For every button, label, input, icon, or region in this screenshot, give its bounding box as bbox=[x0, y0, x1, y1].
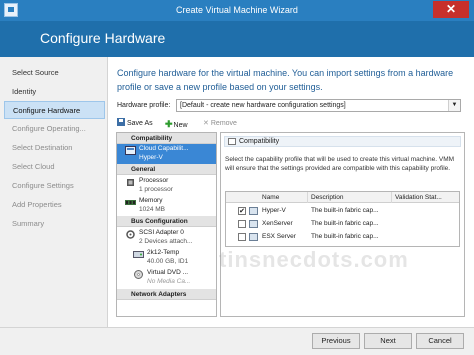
nav-step-identity[interactable]: Identity bbox=[4, 83, 105, 101]
cloud-capability-value: Hyper-V bbox=[139, 154, 163, 161]
hardware-profile-value: [Default - create new hardware configura… bbox=[180, 102, 346, 109]
virtual-dvd-value: No Media Ca... bbox=[147, 278, 191, 285]
virtual-dvd-title: Virtual DVD ... bbox=[147, 269, 189, 276]
save-as-button[interactable]: Save As bbox=[117, 118, 153, 130]
memory-title: Memory bbox=[139, 197, 163, 204]
page-banner: Configure Hardware bbox=[0, 21, 474, 57]
memory-value: 1024 MB bbox=[139, 206, 166, 213]
esx-server-checkbox[interactable] bbox=[238, 233, 246, 241]
window-title: Create Virtual Machine Wizard bbox=[176, 5, 298, 15]
table-row-hyper-v[interactable]: ✔ Hyper-V The built-in fabric cap... bbox=[226, 205, 459, 217]
hardware-profile-label: Hardware profile: bbox=[117, 102, 171, 109]
row-name: XenServer bbox=[262, 220, 293, 227]
disk-value: 40.00 GB, ID1 bbox=[147, 258, 189, 265]
capability-icon bbox=[125, 146, 136, 155]
scsi-adapter-title: SCSI Adapter 0 bbox=[139, 229, 184, 236]
remove-icon: ✕ bbox=[203, 120, 209, 127]
processor-value: 1 processor bbox=[139, 186, 173, 193]
close-window-button[interactable]: ✕ bbox=[433, 1, 469, 18]
row-description: The built-in fabric cap... bbox=[311, 233, 379, 240]
disk-title: 2k12-Temp bbox=[147, 249, 180, 256]
tree-header-general[interactable]: General bbox=[117, 164, 216, 175]
nav-step-configure-operating-system[interactable]: Configure Operating... bbox=[4, 120, 105, 138]
processor-title: Processor bbox=[139, 177, 169, 184]
detail-header: Compatibility bbox=[224, 136, 461, 147]
tree-item-virtual-dvd[interactable]: Virtual DVD ... No Media Ca... bbox=[117, 268, 216, 288]
previous-button[interactable]: Previous bbox=[312, 333, 360, 349]
compatibility-icon bbox=[228, 138, 236, 145]
wizard-steps-nav: Select Source Identity Configure Hardwar… bbox=[0, 57, 108, 327]
cloud-capability-title: Cloud Capabilit... bbox=[139, 145, 189, 152]
tree-item-memory[interactable]: Memory 1024 MB bbox=[117, 196, 216, 216]
next-button[interactable]: Next bbox=[364, 333, 412, 349]
nav-step-select-cloud[interactable]: Select Cloud bbox=[4, 158, 105, 176]
column-header-validation-status[interactable]: Validation Stat... bbox=[392, 192, 459, 203]
tree-item-processor[interactable]: Processor 1 processor bbox=[117, 176, 216, 196]
tree-item-cloud-capability[interactable]: Cloud Capabilit... Hyper-V bbox=[117, 144, 216, 164]
detail-description: Select the capability profile that will … bbox=[225, 156, 455, 172]
nav-step-summary[interactable]: Summary bbox=[4, 215, 105, 233]
page-title: Configure Hardware bbox=[40, 30, 166, 46]
table-header-row: Name Description Validation Stat... bbox=[226, 192, 459, 203]
main-content: Configure hardware for the virtual machi… bbox=[109, 57, 474, 327]
window-titlebar: Create Virtual Machine Wizard ✕ bbox=[0, 0, 474, 21]
capability-profile-table: Name Description Validation Stat... ✔ Hy… bbox=[225, 191, 460, 247]
server-icon bbox=[249, 207, 258, 215]
new-button[interactable]: ✚New bbox=[165, 118, 188, 130]
remove-button[interactable]: ✕ Remove bbox=[203, 118, 237, 130]
processor-icon bbox=[127, 179, 134, 186]
save-as-label: Save As bbox=[127, 120, 153, 127]
nav-step-configure-settings[interactable]: Configure Settings bbox=[4, 177, 105, 195]
table-row-esx-server[interactable]: ESX Server The built-in fabric cap... bbox=[226, 231, 459, 243]
cancel-button[interactable]: Cancel bbox=[416, 333, 464, 349]
row-name: ESX Server bbox=[262, 233, 296, 240]
scsi-adapter-icon bbox=[126, 230, 135, 239]
detail-header-title: Compatibility bbox=[239, 138, 280, 145]
disk-icon bbox=[133, 251, 144, 258]
row-description: The built-in fabric cap... bbox=[311, 207, 379, 214]
nav-step-select-source[interactable]: Select Source bbox=[4, 64, 105, 82]
tree-header-network-adapters[interactable]: Network Adapters bbox=[117, 289, 216, 300]
wizard-footer: Previous Next Cancel bbox=[0, 327, 474, 355]
remove-label: Remove bbox=[210, 120, 237, 127]
row-name: Hyper-V bbox=[262, 207, 286, 214]
nav-step-add-properties[interactable]: Add Properties bbox=[4, 196, 105, 214]
tree-item-disk[interactable]: 2k12-Temp 40.00 GB, ID1 bbox=[117, 248, 216, 268]
tree-header-compatibility[interactable]: Compatibility bbox=[117, 133, 216, 144]
hyper-v-checkbox[interactable]: ✔ bbox=[238, 207, 246, 215]
dropdown-arrow-icon: ▼ bbox=[448, 100, 460, 111]
nav-step-select-destination[interactable]: Select Destination bbox=[4, 139, 105, 157]
nav-step-configure-hardware[interactable]: Configure Hardware bbox=[4, 101, 105, 119]
save-icon bbox=[117, 118, 125, 126]
tree-item-scsi-adapter[interactable]: SCSI Adapter 0 2 Devices attach... bbox=[117, 228, 216, 248]
xenserver-checkbox[interactable] bbox=[238, 220, 246, 228]
hardware-tree[interactable]: Compatibility Cloud Capabilit... Hyper-V… bbox=[116, 132, 217, 317]
dvd-drive-icon bbox=[134, 270, 143, 279]
column-header-name[interactable]: Name bbox=[226, 192, 308, 203]
scsi-adapter-value: 2 Devices attach... bbox=[139, 238, 193, 245]
table-row-xenserver[interactable]: XenServer The built-in fabric cap... bbox=[226, 218, 459, 230]
column-header-description[interactable]: Description bbox=[308, 192, 392, 203]
server-icon bbox=[249, 233, 258, 241]
compatibility-detail-panel: Compatibility Select the capability prof… bbox=[220, 132, 465, 317]
memory-icon bbox=[125, 200, 136, 205]
server-icon bbox=[249, 220, 258, 228]
tree-header-bus-configuration[interactable]: Bus Configuration bbox=[117, 216, 216, 227]
intro-text: Configure hardware for the virtual machi… bbox=[117, 68, 454, 92]
new-label: New bbox=[173, 122, 188, 129]
hardware-profile-dropdown[interactable]: [Default - create new hardware configura… bbox=[176, 99, 461, 112]
add-icon: ✚ bbox=[165, 119, 173, 129]
row-description: The built-in fabric cap... bbox=[311, 220, 379, 227]
